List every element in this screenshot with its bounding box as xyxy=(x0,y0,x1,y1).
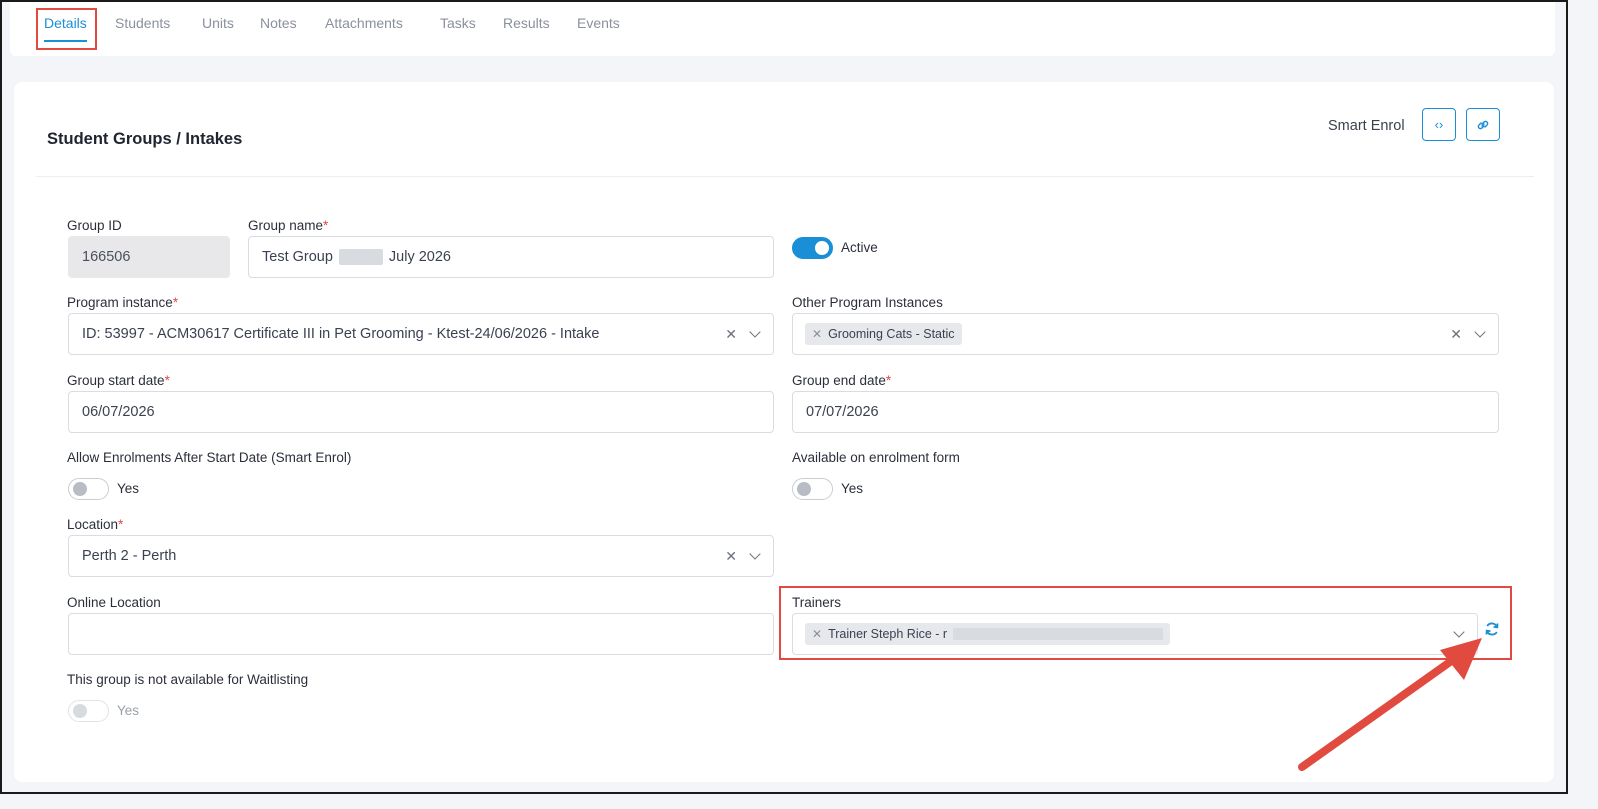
active-label: Active xyxy=(841,240,878,255)
group-start-date-input[interactable]: 06/07/2026 xyxy=(68,391,774,433)
group-end-date-label: Group end date* xyxy=(792,373,892,388)
active-toggle[interactable] xyxy=(792,237,833,259)
card-header xyxy=(36,102,1534,177)
link-icon xyxy=(1477,120,1489,129)
tab-units[interactable]: Units xyxy=(202,15,234,31)
tab-attachments[interactable]: Attachments xyxy=(325,15,403,31)
redacted-text xyxy=(338,249,383,265)
available-on-form-label: Available on enrolment form xyxy=(792,450,960,465)
program-instance-select[interactable]: ID: 53997 - ACM30617 Certificate III in … xyxy=(68,313,774,355)
location-label: Location* xyxy=(67,517,124,532)
group-end-date-input[interactable]: 07/07/2026 xyxy=(792,391,1499,433)
waitlisting-toggle[interactable] xyxy=(68,700,109,722)
chevron-down-icon[interactable] xyxy=(749,548,761,560)
program-instance-label: Program instance* xyxy=(67,295,179,310)
waitlisting-toggle-label: Yes xyxy=(117,703,140,718)
code-icon: ‹› xyxy=(1434,117,1444,132)
tab-tasks[interactable]: Tasks xyxy=(440,15,476,31)
online-location-input[interactable] xyxy=(68,613,774,655)
copy-link-button[interactable] xyxy=(1466,108,1500,141)
program-instance-chip: ✕ Grooming Cats - Static xyxy=(805,323,962,345)
page-title: Student Groups / Intakes xyxy=(47,130,243,148)
available-on-form-toggle[interactable] xyxy=(792,478,833,500)
chevron-down-icon[interactable] xyxy=(1474,326,1486,338)
tab-notes[interactable]: Notes xyxy=(260,15,297,31)
group-name-input[interactable]: Test Group July 2026 xyxy=(248,236,774,278)
chevron-down-icon[interactable] xyxy=(749,326,761,338)
allow-enrolments-toggle-label: Yes xyxy=(117,481,140,496)
tabs-bar: Details Students Units Notes Attachments… xyxy=(10,2,1555,56)
clear-icon[interactable]: ✕ xyxy=(725,326,737,343)
online-location-label: Online Location xyxy=(67,595,161,610)
annotation-arrow-icon xyxy=(1298,638,1482,771)
waitlisting-label: This group is not available for Waitlist… xyxy=(67,672,309,687)
clear-icon[interactable]: ✕ xyxy=(1450,326,1462,343)
group-id-label: Group ID xyxy=(67,218,122,233)
allow-enrolments-toggle[interactable] xyxy=(68,478,109,500)
clear-icon[interactable]: ✕ xyxy=(725,548,737,565)
tab-results[interactable]: Results xyxy=(503,15,550,31)
allow-enrolments-label: Allow Enrolments After Start Date (Smart… xyxy=(67,450,352,465)
app-frame: Details Students Units Notes Attachments… xyxy=(0,0,1568,794)
remove-chip-icon[interactable]: ✕ xyxy=(812,327,822,341)
available-on-form-toggle-label: Yes xyxy=(841,481,864,496)
tab-events[interactable]: Events xyxy=(577,15,620,31)
group-id-field: 166506 xyxy=(68,236,230,278)
group-start-date-label: Group start date* xyxy=(67,373,170,388)
group-name-label: Group name* xyxy=(248,218,329,233)
other-program-instances-label: Other Program Instances xyxy=(792,295,943,310)
details-tab-highlight xyxy=(36,8,97,50)
location-select[interactable]: Perth 2 - Perth ✕ xyxy=(68,535,774,577)
tab-students[interactable]: Students xyxy=(115,15,170,31)
smart-enrol-label: Smart Enrol xyxy=(1328,118,1405,134)
other-program-instances-select[interactable]: ✕ Grooming Cats - Static ✕ xyxy=(792,313,1499,355)
embed-code-button[interactable]: ‹› xyxy=(1422,108,1456,141)
